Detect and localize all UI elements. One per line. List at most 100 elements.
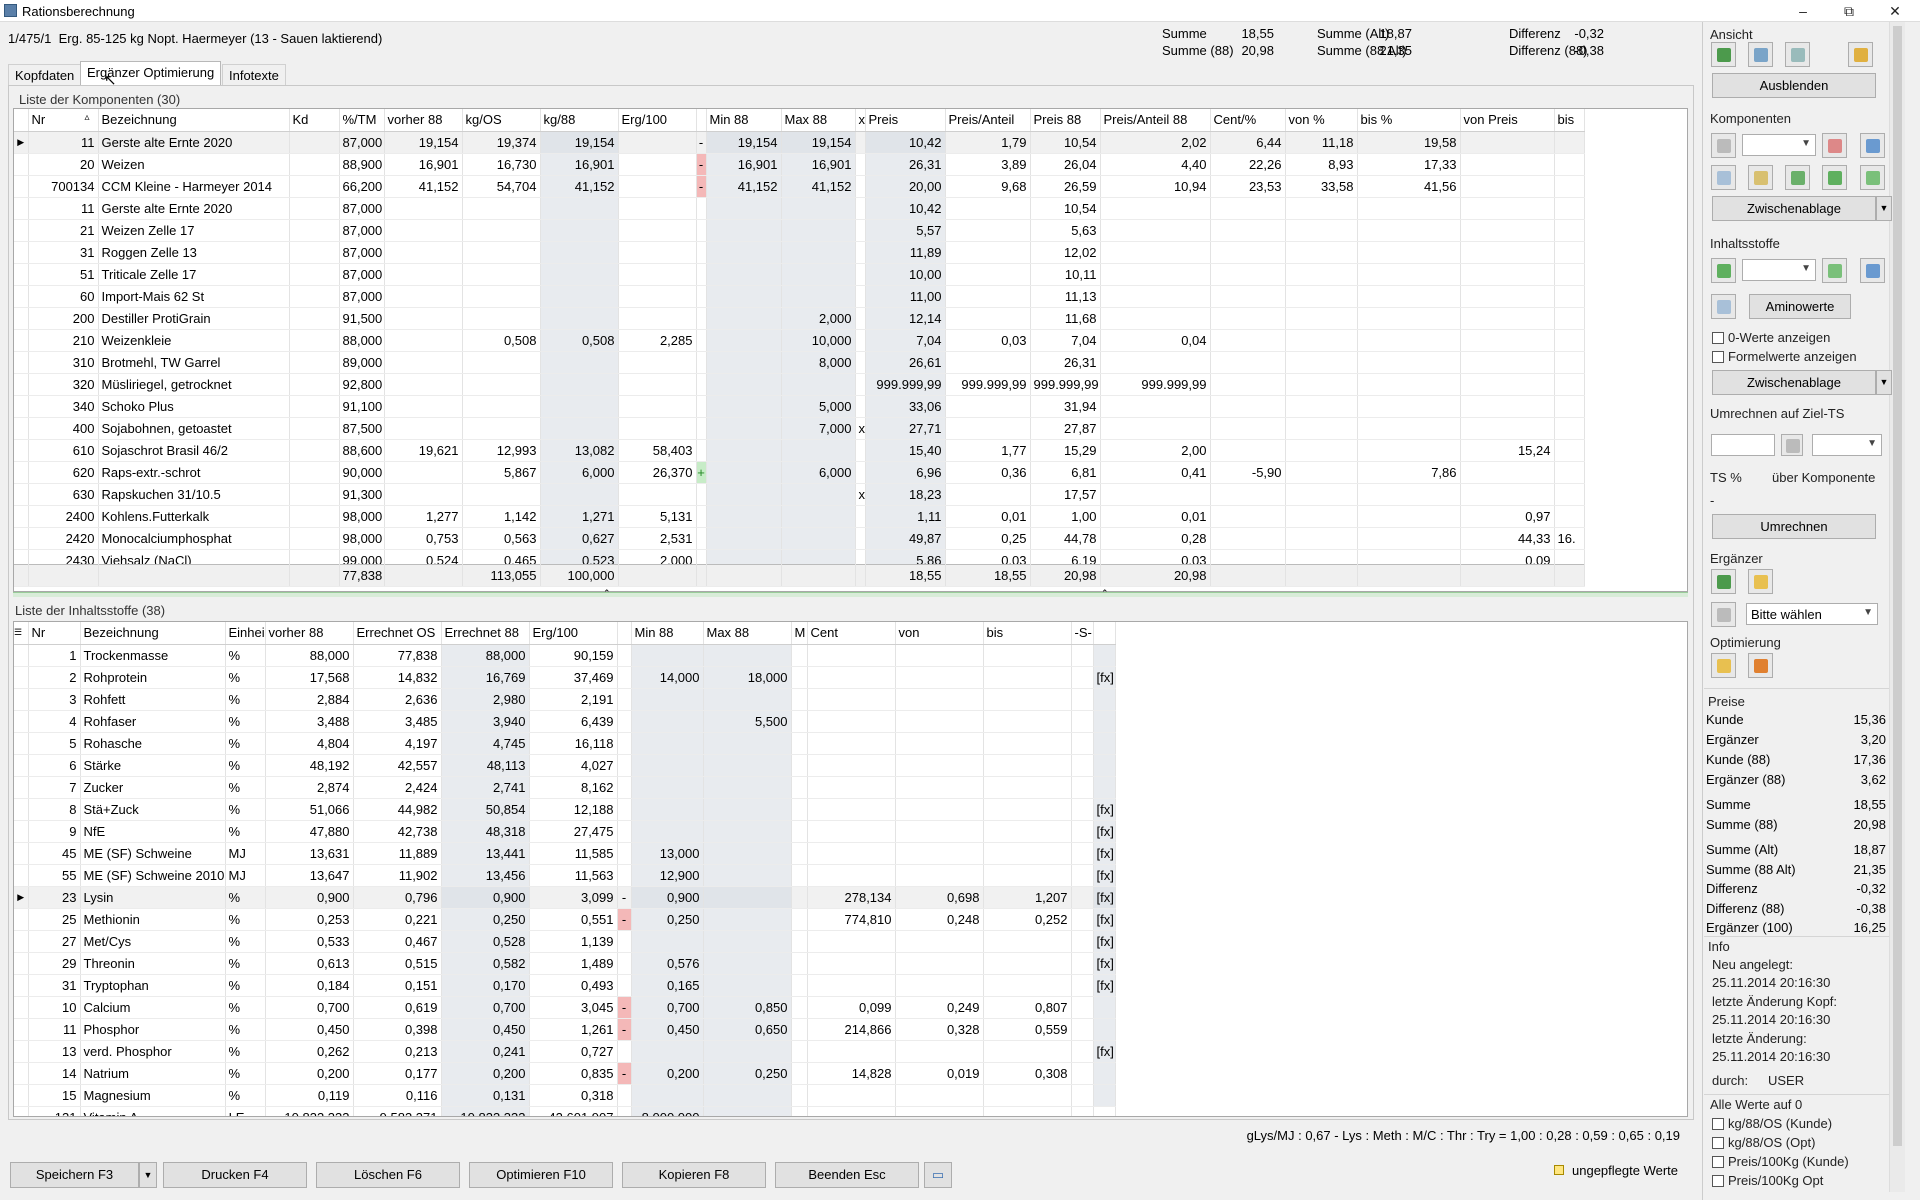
- cell[interactable]: %: [225, 776, 266, 799]
- cell[interactable]: 87,000: [339, 219, 385, 242]
- row-selector[interactable]: [14, 439, 29, 462]
- bottom-button-3[interactable]: Optimieren F10: [469, 1162, 613, 1188]
- cell[interactable]: 278,134: [807, 886, 896, 909]
- cell[interactable]: %: [225, 952, 266, 975]
- cell[interactable]: 18,000: [703, 666, 792, 689]
- cell[interactable]: [983, 820, 1072, 843]
- bottom-button-1[interactable]: Drucken F4: [163, 1162, 307, 1188]
- cell[interactable]: 1,142: [462, 505, 541, 528]
- cell[interactable]: 7,000: [781, 417, 856, 440]
- cell[interactable]: 2,00: [1100, 439, 1211, 462]
- cell[interactable]: 16,901: [781, 153, 856, 176]
- cell[interactable]: [791, 886, 808, 909]
- cell[interactable]: [791, 820, 808, 843]
- cell[interactable]: [703, 1084, 792, 1107]
- cell[interactable]: 87,000: [339, 131, 385, 154]
- cell[interactable]: 2,531: [618, 527, 697, 550]
- component-row[interactable]: 21 Weizen Zelle 17 87,000 5,57 5,63: [14, 219, 1585, 242]
- cell[interactable]: [1285, 439, 1358, 462]
- cell[interactable]: %: [225, 688, 266, 711]
- cell[interactable]: [703, 798, 792, 821]
- cell[interactable]: [703, 908, 792, 931]
- cell[interactable]: [791, 754, 808, 777]
- col-header[interactable]: Nr: [28, 622, 81, 645]
- cell[interactable]: [fx]: [1093, 842, 1116, 865]
- cell[interactable]: 3,045: [529, 996, 618, 1019]
- component-row[interactable]: 630 Rapskuchen 31/10.5 91,300 x 18,23 17,57: [14, 483, 1585, 506]
- cell[interactable]: [1554, 439, 1585, 462]
- cell[interactable]: [1554, 131, 1585, 154]
- cell[interactable]: [540, 197, 619, 220]
- nutrient-row[interactable]: ▶ 23 Lysin% 0,900 0,796 0,900 3,099-0,900 278,1…: [14, 886, 1116, 909]
- cell[interactable]: 0,019: [895, 1062, 984, 1085]
- cell[interactable]: 66,200: [339, 175, 385, 198]
- cell[interactable]: [384, 197, 463, 220]
- cell[interactable]: 0,099: [807, 996, 896, 1019]
- col-header[interactable]: Preis: [865, 109, 946, 132]
- cell[interactable]: [617, 754, 632, 777]
- cell[interactable]: 54,704: [462, 175, 541, 198]
- cell[interactable]: Gerste alte Ernte 2020: [98, 197, 290, 220]
- cell[interactable]: [1554, 219, 1585, 242]
- cell[interactable]: [1100, 197, 1211, 220]
- cell[interactable]: [618, 373, 697, 396]
- row-selector[interactable]: [14, 1084, 29, 1107]
- cell[interactable]: 16,901: [706, 153, 782, 176]
- cell[interactable]: 44,78: [1030, 527, 1101, 550]
- cell[interactable]: [945, 395, 1031, 418]
- cell[interactable]: 0,36: [945, 461, 1031, 484]
- cell[interactable]: 0,528: [441, 930, 530, 953]
- cell[interactable]: 0,582: [441, 952, 530, 975]
- cell[interactable]: 48,192: [265, 754, 354, 777]
- cell[interactable]: [289, 219, 340, 242]
- tab-ergaenzer-optimierung[interactable]: Ergänzer Optimierung: [80, 61, 222, 86]
- cell[interactable]: 0,576: [631, 952, 704, 975]
- cell[interactable]: 11,18: [1285, 131, 1358, 154]
- cell[interactable]: 21: [28, 219, 99, 242]
- cell[interactable]: [1460, 307, 1555, 330]
- cell[interactable]: 620: [28, 461, 99, 484]
- cell[interactable]: [1210, 395, 1286, 418]
- cell[interactable]: 2,02: [1100, 131, 1211, 154]
- cell[interactable]: [807, 644, 896, 667]
- cell[interactable]: 2,874: [265, 776, 354, 799]
- cell[interactable]: [781, 219, 856, 242]
- col-header[interactable]: x: [855, 109, 866, 132]
- nutrient-row[interactable]: 1 Trockenmasse% 88,000 77,838 88,000 90,159: [14, 644, 1116, 667]
- grid-menu-icon[interactable]: ☰: [14, 622, 29, 645]
- cell[interactable]: [1460, 285, 1555, 308]
- cell[interactable]: 91,500: [339, 307, 385, 330]
- component-copy-icon[interactable]: [1711, 165, 1736, 190]
- row-selector[interactable]: [14, 417, 29, 440]
- cell[interactable]: 11,902: [353, 864, 442, 887]
- bottom-button-4[interactable]: Kopieren F8: [622, 1162, 766, 1188]
- row-selector[interactable]: [14, 710, 29, 733]
- cell[interactable]: [1285, 219, 1358, 242]
- cell[interactable]: 1,271: [540, 505, 619, 528]
- cell[interactable]: 999.999,99: [945, 373, 1031, 396]
- cell[interactable]: [706, 461, 782, 484]
- cell[interactable]: [1357, 263, 1461, 286]
- cell[interactable]: 98,000: [339, 527, 385, 550]
- optimize-pencil-icon[interactable]: [1748, 653, 1773, 678]
- component-edit-green-icon[interactable]: [1860, 165, 1885, 190]
- cell[interactable]: [462, 285, 541, 308]
- row-selector[interactable]: [14, 1018, 29, 1041]
- cell[interactable]: [289, 263, 340, 286]
- cell[interactable]: [983, 710, 1072, 733]
- component-row[interactable]: 400 Sojabohnen, getoastet 87,500 7,000 x 27,7…: [14, 417, 1585, 440]
- bottom-button-2[interactable]: Löschen F6: [316, 1162, 460, 1188]
- cell[interactable]: 10,000: [781, 329, 856, 352]
- cell[interactable]: 2420: [28, 527, 99, 550]
- cell[interactable]: 214,866: [807, 1018, 896, 1041]
- cell[interactable]: 44,33: [1460, 527, 1555, 550]
- cell[interactable]: [1357, 329, 1461, 352]
- cell[interactable]: 26,31: [1030, 351, 1101, 374]
- cell[interactable]: [855, 329, 866, 352]
- cell[interactable]: 20,00: [865, 175, 946, 198]
- cell[interactable]: 3,940: [441, 710, 530, 733]
- cell[interactable]: 11: [28, 1018, 81, 1041]
- cell[interactable]: [703, 1040, 792, 1063]
- row-selector[interactable]: [14, 153, 29, 176]
- calc-icon[interactable]: [1781, 434, 1803, 456]
